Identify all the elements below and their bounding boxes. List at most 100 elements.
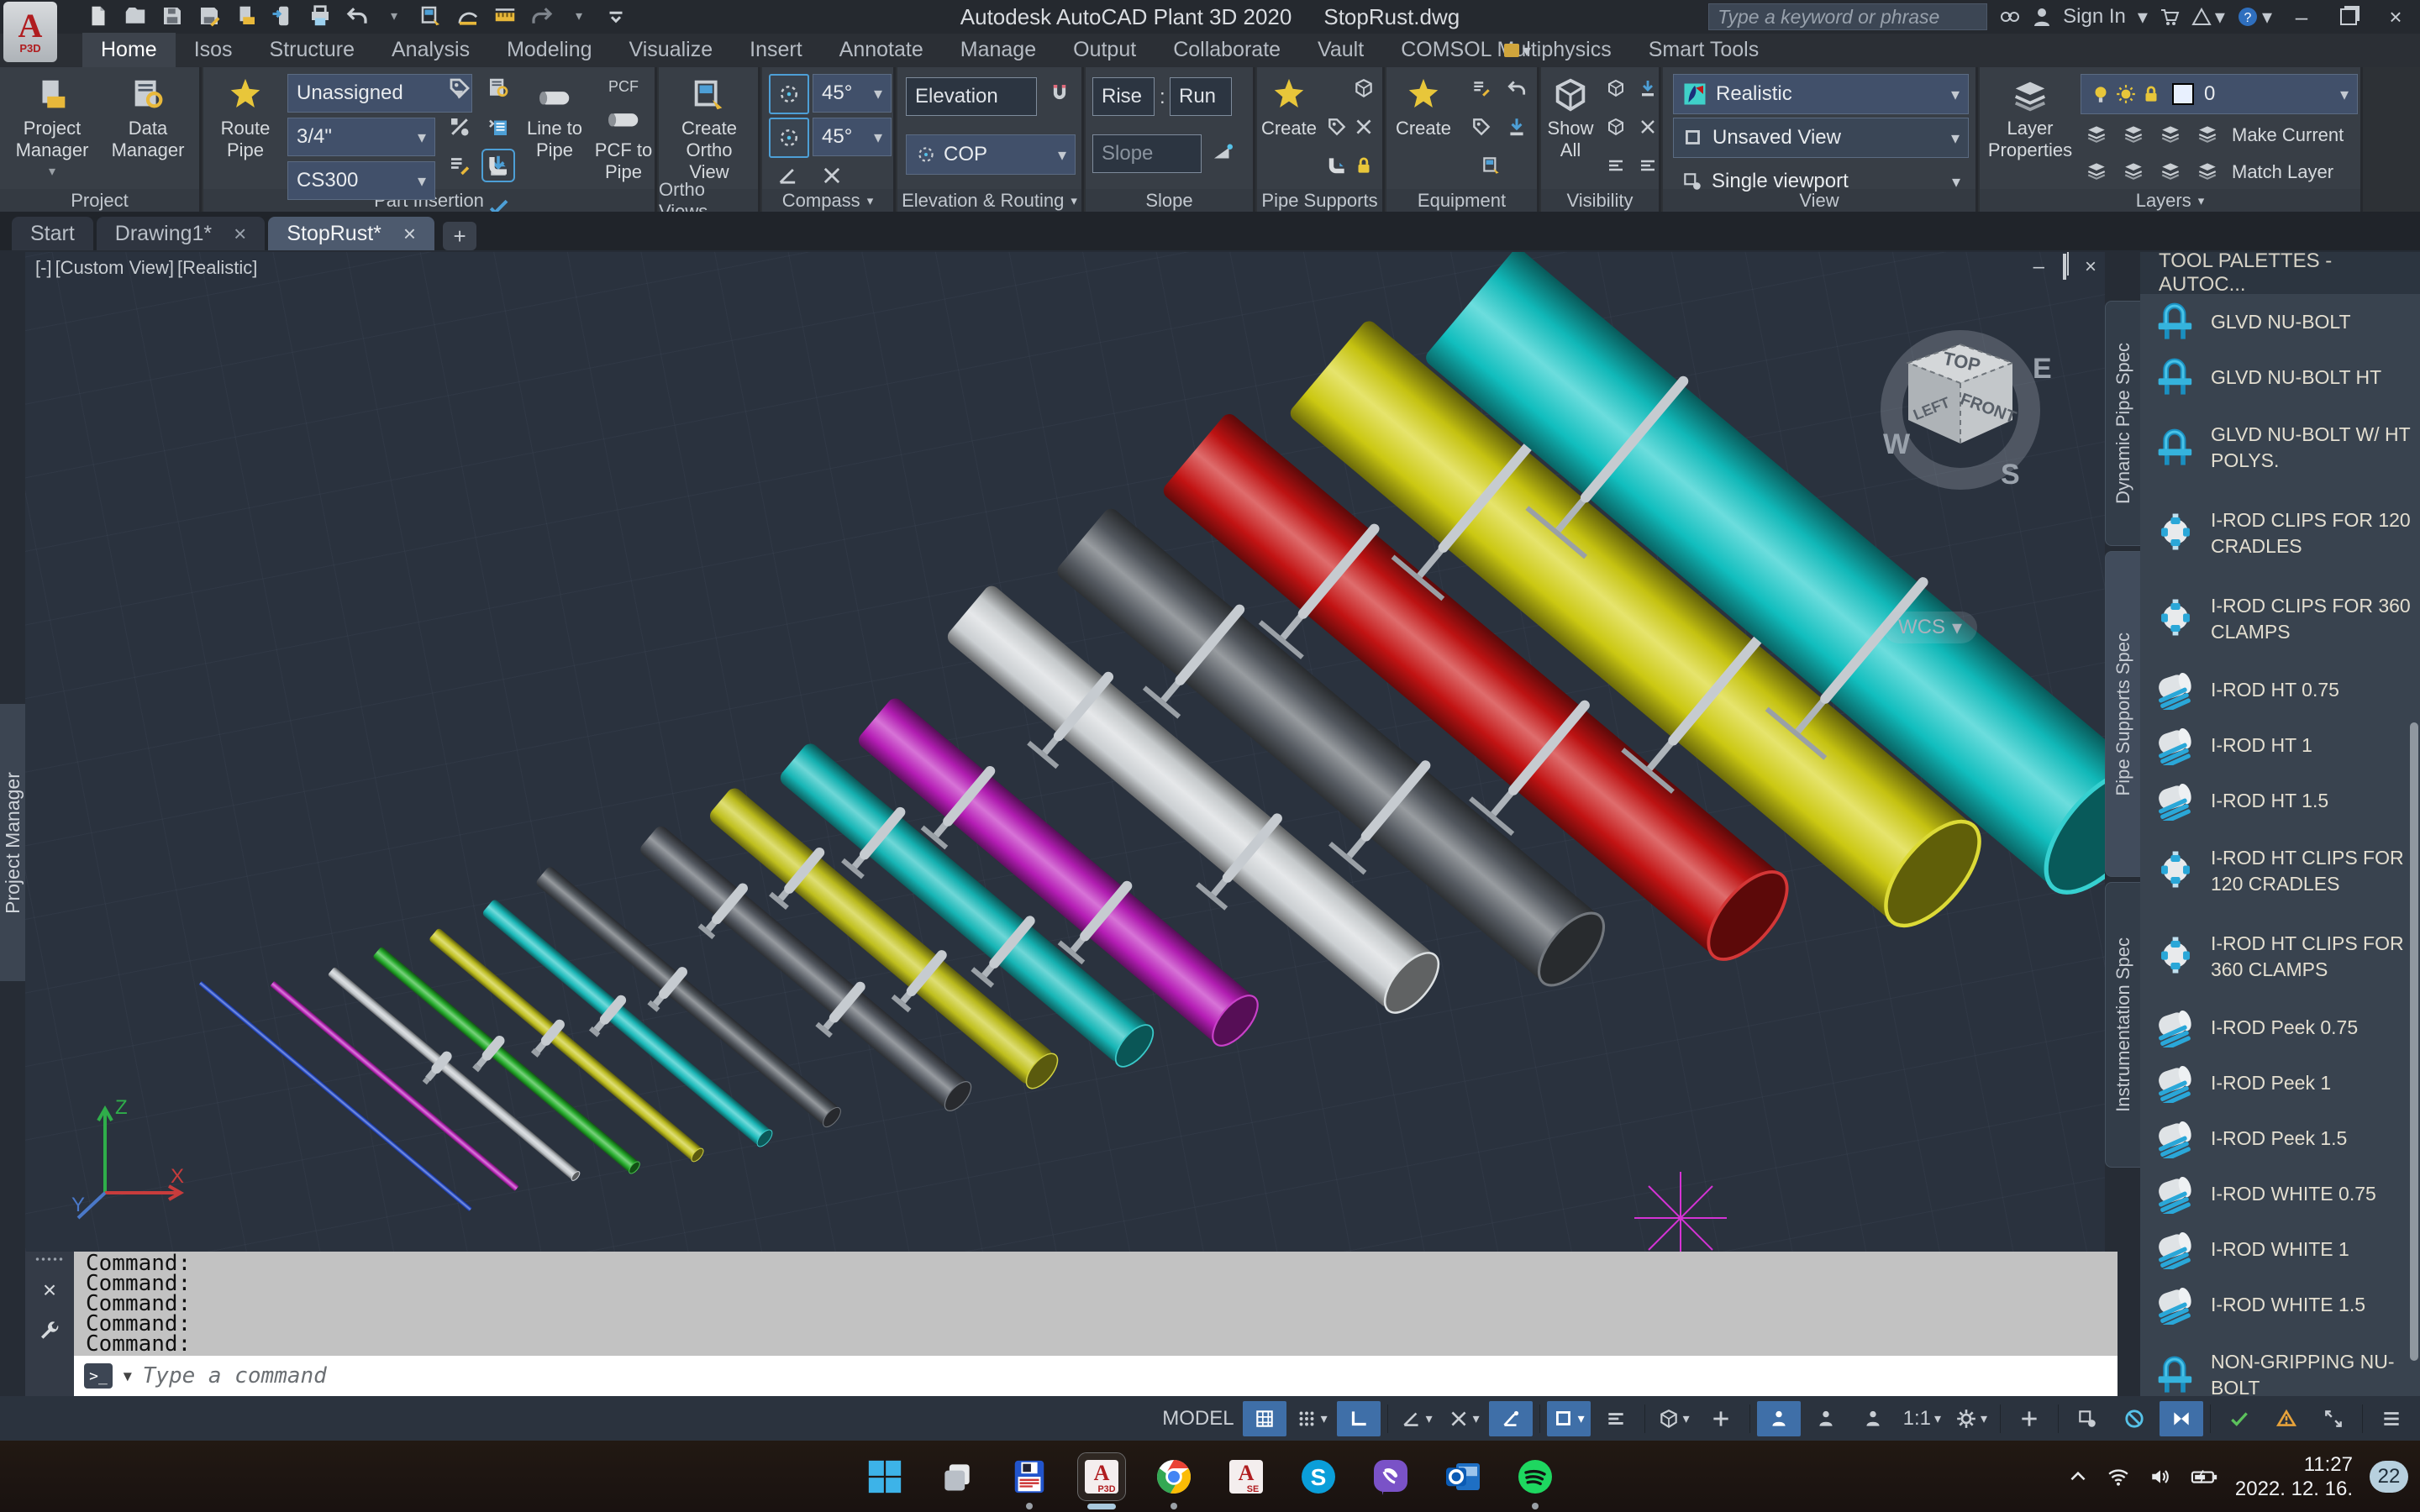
palette-tab-pipe-supports-spec[interactable]: Pipe Supports Spec bbox=[2105, 551, 2140, 877]
run-field[interactable]: Run bbox=[1170, 77, 1232, 116]
viewport-minimize-icon[interactable]: – bbox=[2033, 255, 2044, 279]
taskbar-viber-icon[interactable] bbox=[1367, 1453, 1414, 1500]
show-all-button[interactable]: Show All bbox=[1543, 76, 1598, 161]
command-history[interactable]: Command:Command:Command:Command:Command: bbox=[74, 1252, 2118, 1356]
pill-b-icon[interactable] bbox=[1634, 151, 1662, 180]
create-pipe-support-button[interactable]: Create bbox=[1259, 76, 1319, 139]
status-object-snap[interactable]: ▾ bbox=[1547, 1401, 1591, 1436]
status-ortho-mode[interactable] bbox=[1337, 1401, 1381, 1436]
equipment-up-icon[interactable] bbox=[1502, 113, 1531, 141]
palette-item-i-rod-ht-clips-for-120-cradles[interactable]: I-ROD HT CLIPS FOR 120 CRADLES bbox=[2140, 828, 2420, 914]
new-drawing-tab-button[interactable]: + bbox=[443, 222, 476, 250]
ribbon-display-toggle[interactable]: ▾ bbox=[1504, 39, 1543, 62]
qat-save-as-icon[interactable] bbox=[193, 2, 225, 30]
ribbon-tab-manage[interactable]: Manage bbox=[942, 33, 1055, 67]
status-isometric-drafting[interactable]: ▾ bbox=[1442, 1401, 1486, 1436]
taskbar-skype-icon[interactable]: S bbox=[1295, 1453, 1342, 1500]
taskbar-file-manager-icon[interactable] bbox=[1006, 1453, 1053, 1500]
elbow-icon[interactable] bbox=[484, 151, 513, 180]
taskbar-spotify-icon[interactable] bbox=[1512, 1453, 1559, 1500]
status-annotation-monitor[interactable] bbox=[2007, 1401, 2051, 1436]
user-icon[interactable] bbox=[2033, 7, 2051, 27]
hide-selected-icon[interactable] bbox=[1602, 74, 1630, 102]
pipe-magenta-line[interactable] bbox=[270, 981, 518, 1191]
application-menu-button[interactable]: A P3D bbox=[3, 2, 57, 62]
palette-item-glvd-nu-bolt-ht[interactable]: GLVD NU-BOLT HT bbox=[2140, 349, 2420, 405]
taskbar-chrome-icon[interactable] bbox=[1150, 1453, 1197, 1500]
project-manager-button[interactable]: Project Manager ▾ bbox=[7, 76, 97, 183]
drip-icon[interactable] bbox=[1634, 74, 1662, 102]
pipe-silver-small[interactable] bbox=[314, 960, 587, 1197]
qat-plot-icon[interactable] bbox=[304, 2, 336, 30]
tray-chevron-up-icon[interactable] bbox=[2067, 1466, 2089, 1488]
layer-lock-icon[interactable] bbox=[2193, 119, 2222, 148]
substitute-part-icon[interactable] bbox=[445, 113, 474, 141]
palette-item-i-rod-peek-0-75[interactable]: I-ROD Peek 0.75 bbox=[2140, 1000, 2420, 1055]
ribbon-panel-label-layers[interactable]: Layers ▾ bbox=[1980, 189, 2360, 212]
hide-unselected-icon[interactable] bbox=[1602, 113, 1630, 141]
qat-protractor-icon[interactable] bbox=[452, 2, 484, 30]
layer-on-icon[interactable] bbox=[2082, 156, 2111, 185]
create-equipment-button[interactable]: Create bbox=[1388, 76, 1459, 139]
project-manager-side-tab[interactable]: Project Manager bbox=[0, 704, 25, 981]
search-icon[interactable] bbox=[1999, 8, 2021, 26]
compass-toggle-1[interactable] bbox=[769, 74, 809, 114]
compass-snap-icon[interactable] bbox=[818, 161, 846, 190]
layer-color-swatch[interactable] bbox=[2172, 83, 2194, 105]
spec-viewer-icon[interactable] bbox=[484, 74, 513, 102]
status-annotation-visibility[interactable] bbox=[1757, 1401, 1801, 1436]
palette-item-i-rod-ht-1[interactable]: I-ROD HT 1 bbox=[2140, 717, 2420, 773]
palette-item-i-rod-clips-for-120-cradles[interactable]: I-ROD CLIPS FOR 120 CRADLES bbox=[2140, 491, 2420, 576]
palette-tab-dynamic-pipe-spec[interactable]: Dynamic Pipe Spec bbox=[2105, 301, 2140, 546]
command-settings-wrench-icon[interactable] bbox=[37, 1319, 62, 1344]
command-close-icon[interactable]: × bbox=[43, 1277, 56, 1304]
status-grid-display[interactable] bbox=[1243, 1401, 1286, 1436]
support-refresh-icon[interactable] bbox=[1349, 74, 1378, 102]
status-quick-properties[interactable] bbox=[2065, 1401, 2109, 1436]
named-view-dropdown[interactable]: Unsaved View▾ bbox=[1673, 118, 1969, 158]
support-attach-icon[interactable] bbox=[1323, 113, 1351, 141]
viewport-style-menu[interactable]: [Realistic] bbox=[177, 257, 257, 279]
equipment-convert-icon[interactable] bbox=[1477, 151, 1506, 180]
qat-save-icon[interactable] bbox=[156, 2, 188, 30]
qat-publish-icon[interactable] bbox=[267, 2, 299, 30]
qat-customize-icon[interactable] bbox=[600, 2, 632, 30]
spec-dropdown[interactable]: Unassigned▾ bbox=[287, 74, 472, 113]
tag-icon[interactable] bbox=[445, 74, 474, 102]
drawing-viewport[interactable]: [-] [Custom View] [Realistic] – × ZXY W … bbox=[25, 252, 2105, 1252]
file-tab-close-icon[interactable]: × bbox=[403, 221, 416, 247]
command-dropdown-icon[interactable]: ▾ bbox=[121, 1363, 134, 1389]
palette-item-non-gripping-nu-bolt[interactable]: NON-GRIPPING NU-BOLT bbox=[2140, 1332, 2420, 1396]
qat-redo-icon[interactable] bbox=[526, 2, 558, 30]
equipment-attach-icon[interactable] bbox=[1467, 113, 1496, 141]
ribbon-tab-vault[interactable]: Vault bbox=[1299, 33, 1382, 67]
minimize-button[interactable]: – bbox=[2284, 3, 2319, 30]
palette-item-i-rod-white-1-5[interactable]: I-ROD WHITE 1.5 bbox=[2140, 1277, 2420, 1332]
taskbar-autocad-plant3d-icon[interactable]: AP3D bbox=[1078, 1453, 1125, 1500]
spec-sheet-dropdown[interactable]: CS300▾ bbox=[287, 161, 435, 200]
file-tab-drawing1[interactable]: Drawing1*× bbox=[97, 217, 266, 250]
layer-off-icon[interactable] bbox=[2082, 119, 2111, 148]
support-lock-icon[interactable] bbox=[1349, 151, 1378, 180]
viewport-close-icon[interactable]: × bbox=[2085, 255, 2096, 279]
qat-xref-icon[interactable] bbox=[230, 2, 262, 30]
pcf-to-pipe-button[interactable]: PCFPCF to Pipe bbox=[590, 76, 657, 183]
status-isolate-objects[interactable] bbox=[2112, 1401, 2156, 1436]
viewport-controls-menu[interactable]: [-] bbox=[35, 257, 52, 279]
status-lineweight[interactable] bbox=[1594, 1401, 1638, 1436]
status-model-toggle[interactable]: MODEL bbox=[1157, 1401, 1239, 1436]
support-elbow-icon[interactable] bbox=[1323, 151, 1351, 180]
layer-properties-button[interactable]: Layer Properties bbox=[1986, 76, 2074, 161]
edit-list-icon[interactable] bbox=[445, 151, 474, 180]
ribbon-panel-label-visibility[interactable]: Visibility bbox=[1541, 189, 1659, 212]
autodesk-account-icon[interactable]: ▾ bbox=[2191, 5, 2225, 29]
layer-unlock-icon[interactable] bbox=[2193, 156, 2222, 185]
status-validate-project[interactable] bbox=[2217, 1401, 2261, 1436]
layer-dropdown[interactable]: 0▾ bbox=[2081, 74, 2358, 114]
ribbon-panel-label-pipe-supports[interactable]: Pipe Supports bbox=[1257, 189, 1382, 212]
app-store-cart-icon[interactable] bbox=[2160, 7, 2180, 27]
compass-angle-dropdown-2[interactable]: 45°▾ bbox=[813, 118, 892, 156]
create-ortho-view-button[interactable]: Create Ortho View bbox=[664, 76, 755, 183]
palette-item-i-rod-ht-1-5[interactable]: I-ROD HT 1.5 bbox=[2140, 773, 2420, 828]
restore-button[interactable] bbox=[2331, 3, 2366, 30]
